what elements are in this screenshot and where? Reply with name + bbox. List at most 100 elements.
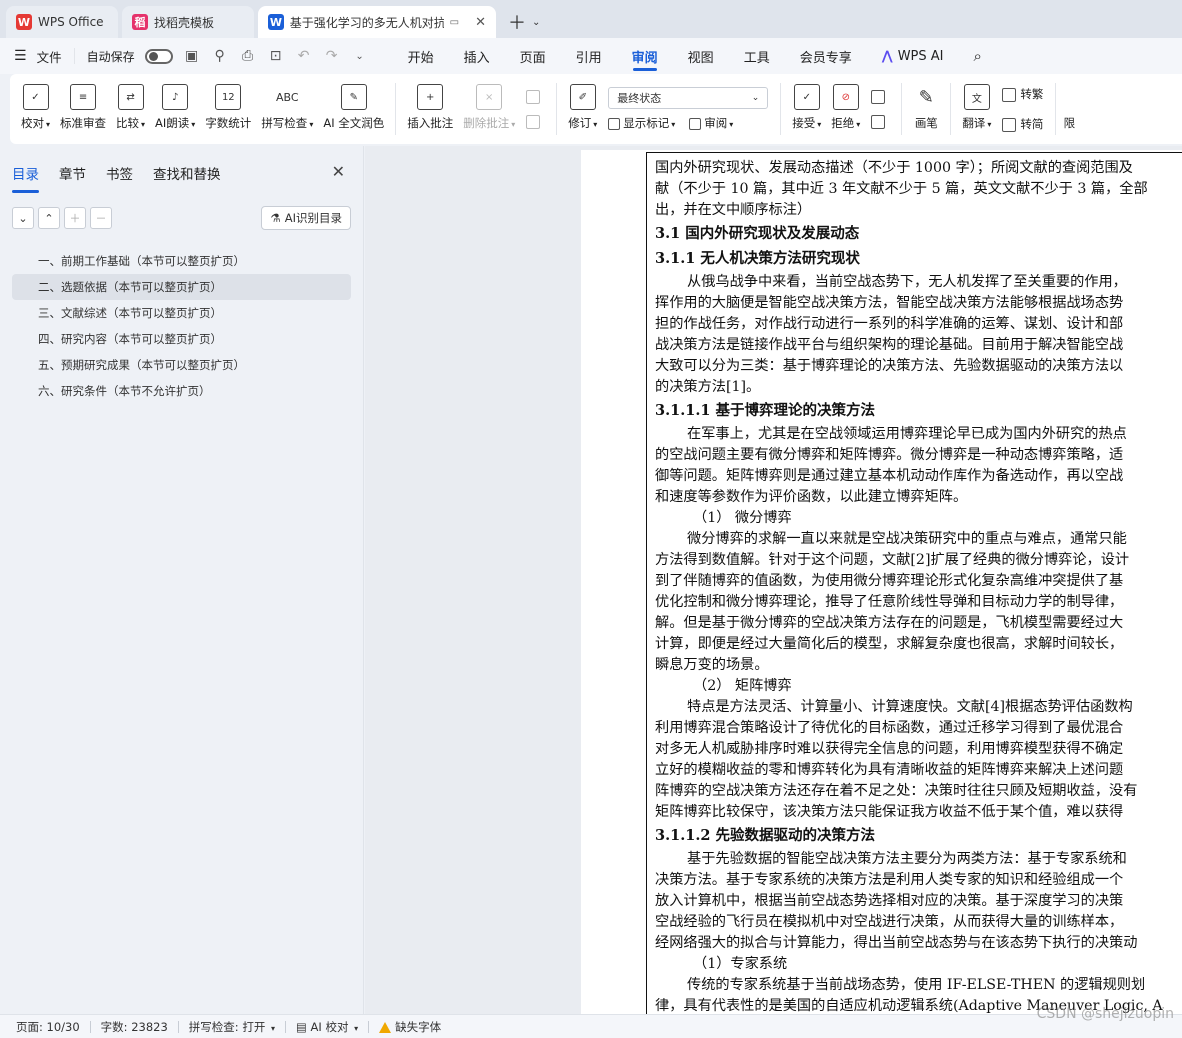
ai-proof-icon: ▤	[296, 1019, 307, 1034]
tab-find-replace[interactable]: 查找和替换	[153, 159, 221, 187]
redo-icon[interactable]: ↷	[323, 47, 341, 65]
previous-revision-icon[interactable]	[871, 90, 889, 104]
chevron-down-icon: ⌄	[532, 16, 541, 28]
tab-tools[interactable]: 工具	[729, 38, 785, 74]
tab-label: 基于强化学习的多无人机对抗	[289, 15, 444, 30]
tab-label: 找稻壳模板	[154, 15, 215, 30]
toc-item[interactable]: 一、前期工作基础（本节可以整页扩页）	[12, 248, 351, 274]
ai-polish-button[interactable]: ✎ AI 全文润色	[318, 78, 389, 140]
tab-wps-office[interactable]: W WPS Office	[6, 6, 118, 38]
new-tab-button[interactable]: ＋ ⌄	[500, 6, 548, 38]
proof-button[interactable]: ✓ 校对 ▾	[16, 78, 55, 140]
expand-down-icon[interactable]: ⌄	[12, 207, 34, 229]
tab-toc[interactable]: 目录	[12, 159, 39, 193]
ai-toc-button[interactable]: ⚗ AI识别目录	[261, 206, 351, 230]
delete-comment-button[interactable]: × 删除批注 ▾	[458, 78, 520, 140]
chevron-down-icon: ⌄	[751, 93, 760, 103]
word-count-button[interactable]: 12 字数统计	[200, 78, 256, 140]
revise-button[interactable]: ✐ 修订 ▾	[563, 78, 602, 140]
ai-proof-status[interactable]: ▤ AI 校对 ▾	[296, 1019, 358, 1035]
pen-button[interactable]: ✎ 画笔	[908, 78, 944, 140]
word-count-label: 字数统计	[205, 116, 252, 130]
print-preview-icon[interactable]: ⊡	[267, 47, 285, 65]
tab-page[interactable]: 页面	[505, 38, 561, 74]
more-chevron-icon[interactable]: ⌄	[351, 47, 369, 65]
tab-insert[interactable]: 插入	[449, 38, 505, 74]
to-simplified-button[interactable]: 转简	[1002, 116, 1043, 132]
close-icon[interactable]: ✕	[332, 162, 345, 181]
tab-bookmarks[interactable]: 书签	[106, 159, 133, 187]
text-line: 和速度等参数作为评价函数，以此建立博弈矩阵。	[655, 489, 968, 505]
file-menu[interactable]: 文件	[37, 47, 62, 66]
insert-comment-button[interactable]: + 插入批注	[402, 78, 458, 140]
collapse-up-icon[interactable]: ⌃	[38, 207, 60, 229]
tab-review[interactable]: 审阅	[617, 38, 673, 74]
toc-item[interactable]: 三、文献综述（本节可以整页扩页）	[12, 300, 351, 326]
toc-list: 一、前期工作基础（本节可以整页扩页） 二、选题依据（本节可以整页扩页） 三、文献…	[0, 248, 363, 404]
text-line: 放入计算机中，根据当前空战态势选择相对应的决策。基于深度学习的决策	[655, 893, 1124, 909]
word-count-status[interactable]: 字数: 23823	[101, 1019, 168, 1035]
text-line: 到了伴随博弈的值函数，为使用微分博弈理论形式化复杂高维冲突提供了基	[655, 573, 1124, 589]
tab-label: WPS Office	[38, 15, 104, 29]
tab-reference[interactable]: 引用	[561, 38, 617, 74]
tab-wps-ai[interactable]: ⋀ WPS AI	[867, 38, 959, 74]
tab-docer-templates[interactable]: 稻 找稻壳模板	[122, 6, 254, 38]
delete-comment-label: 删除批注	[463, 116, 510, 130]
hamburger-icon[interactable]: ☰	[14, 48, 27, 64]
ai-toc-icon: ⚗	[270, 211, 281, 225]
autosave-label: 自动保存	[86, 49, 135, 64]
search-icon[interactable]: ⌕	[959, 38, 997, 74]
chinese-conversion-group: 转繁 转简	[996, 86, 1049, 132]
restrict-button[interactable]: 限	[1062, 78, 1076, 140]
translate-button[interactable]: 文 翻译 ▾	[957, 78, 996, 140]
close-icon[interactable]: ✕	[475, 15, 486, 30]
spell-check-status-label: 拼写检查: 打开	[188, 1019, 266, 1034]
to-traditional-button[interactable]: 转繁	[1002, 86, 1043, 102]
text-line: 立好的模糊收益的零和博弈转化为具有清晰收益的矩阵博弈来解决上述问题	[655, 762, 1124, 778]
reject-button[interactable]: ⊘ 拒绝 ▾	[826, 78, 865, 140]
share-icon[interactable]: ⚲	[211, 47, 229, 65]
divider	[780, 83, 782, 135]
toc-item[interactable]: 四、研究内容（本节可以整页扩页）	[12, 326, 351, 352]
add-heading-icon[interactable]: ＋	[64, 207, 86, 229]
tab-document[interactable]: W 基于强化学习的多无人机对抗 ▭ ✕	[258, 6, 496, 38]
tab-chapters[interactable]: 章节	[59, 159, 86, 187]
review-pane-button[interactable]: 审阅 ▾	[689, 115, 733, 131]
markup-state-select[interactable]: 最终状态 ⌄	[608, 87, 769, 109]
show-marks-button[interactable]: 显示标记 ▾	[608, 115, 675, 131]
ai-polish-label: AI 全文润色	[323, 116, 385, 130]
page-indicator[interactable]: 页面: 10/30	[16, 1019, 80, 1035]
undo-icon[interactable]: ↶	[295, 47, 313, 65]
text-line: 出，并在文中顺序标注）	[655, 202, 812, 218]
print-icon[interactable]: ⎙	[239, 47, 257, 65]
next-comment-icon[interactable]	[526, 114, 544, 129]
toc-item[interactable]: 六、研究条件（本节不允许扩页）	[12, 378, 351, 404]
spell-check-button[interactable]: ABC 拼写检查 ▾	[256, 78, 318, 140]
tab-view[interactable]: 视图	[673, 38, 729, 74]
document-text[interactable]: 国内外研究现状、发展动态描述（不少于 1000 字）；所阅文献的查阅范围及 献（…	[655, 158, 1182, 1014]
monitor-icon[interactable]: ▭	[450, 17, 459, 28]
document-canvas[interactable]: 国内外研究现状、发展动态描述（不少于 1000 字）；所阅文献的查阅范围及 献（…	[365, 146, 1182, 1014]
show-marks-icon	[608, 117, 621, 130]
missing-font-status[interactable]: 缺失字体	[379, 1019, 441, 1035]
save-icon[interactable]: ▣	[183, 47, 201, 65]
previous-comment-icon[interactable]	[526, 90, 544, 104]
accept-button[interactable]: ✓ 接受 ▾	[787, 78, 826, 140]
toc-item[interactable]: 二、选题依据（本节可以整页扩页）	[12, 274, 351, 300]
autosave-toggle[interactable]	[144, 48, 173, 64]
tab-start[interactable]: 开始	[393, 38, 449, 74]
text-line: 担的作战任务，对作战行动进行一系列的科学准确的运筹、谋划、设计和部	[655, 316, 1124, 332]
compare-button[interactable]: ⇄ 比较 ▾	[111, 78, 150, 140]
next-revision-icon[interactable]	[871, 114, 889, 129]
tab-member[interactable]: 会员专享	[785, 38, 867, 74]
ai-read-button[interactable]: ♪ AI朗读 ▾	[150, 78, 200, 140]
compare-icon: ⇄	[117, 84, 144, 110]
text-line: 御等问题。矩阵博弈则是通过建立基本机动动作库作为备选动作，再以空战	[655, 468, 1124, 484]
divider	[556, 83, 558, 135]
spell-check-status[interactable]: 拼写检查: 打开 ▾	[189, 1019, 275, 1035]
text-line: 微分博弈的求解一直以来就是空战决策研究中的重点与难点，通常只能	[687, 531, 1127, 547]
remove-heading-icon[interactable]: －	[90, 207, 112, 229]
toc-item[interactable]: 五、预期研究成果（本节可以整页扩页）	[12, 352, 351, 378]
standard-review-button[interactable]: ≡ 标准审查	[55, 78, 111, 140]
text-line: 计算，即便是经过大量简化后的模型，求解复杂度也很高，求解时间较长，	[655, 636, 1124, 652]
